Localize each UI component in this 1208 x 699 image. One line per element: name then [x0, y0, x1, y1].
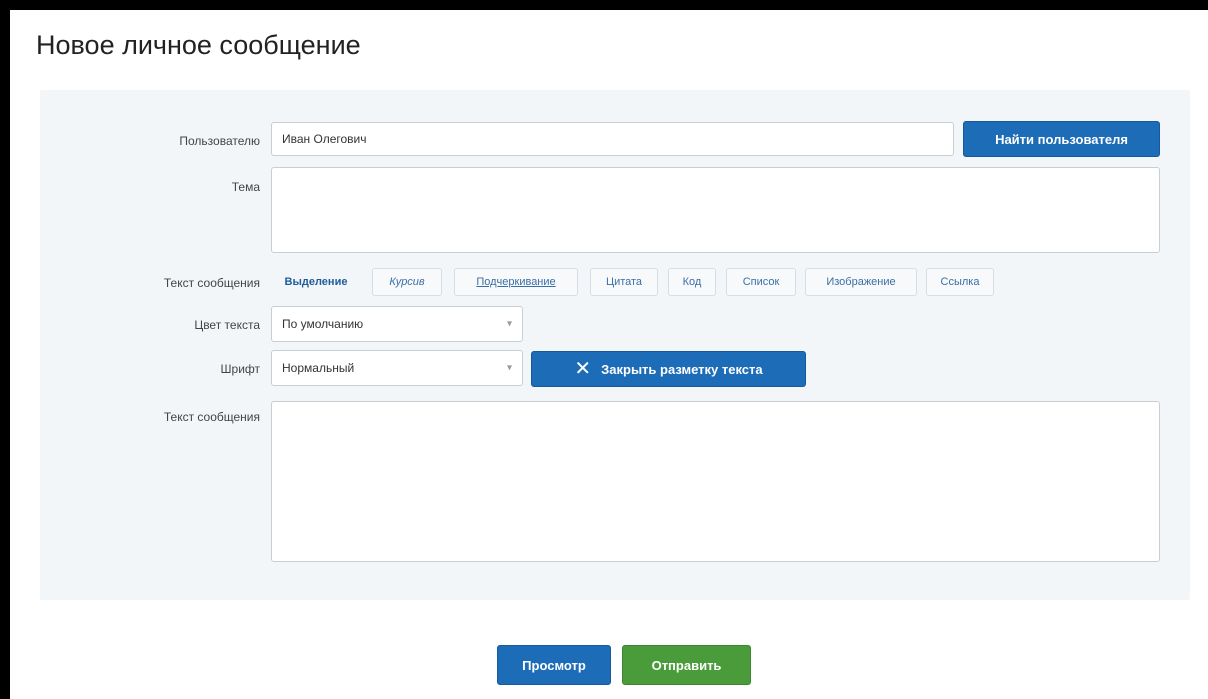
font-label: Шрифт — [220, 362, 260, 376]
message-textarea[interactable] — [271, 401, 1160, 562]
close-markup-button[interactable]: ✕ Закрыть разметку текста — [531, 351, 806, 387]
preview-button[interactable]: Просмотр — [497, 645, 611, 685]
format-label: Текст сообщения — [163, 276, 260, 290]
font-value: Нормальный — [282, 361, 355, 375]
format-italic-button[interactable]: Курсив — [372, 268, 442, 296]
format-link-button[interactable]: Ссылка — [926, 268, 994, 296]
text-color-label: Цвет текста — [194, 318, 260, 332]
page-title: Новое личное сообщение — [36, 30, 361, 60]
chevron-down-icon: ▾ — [506, 362, 512, 374]
format-underline-label: Подчеркивание — [476, 276, 556, 288]
chevron-down-icon: ▾ — [506, 318, 512, 330]
users-input[interactable]: Иван Олегович — [271, 122, 954, 156]
font-select[interactable]: Нормальный ▾ — [271, 350, 523, 386]
users-input-value: Иван Олегович — [282, 132, 367, 146]
users-label: Пользователю — [179, 134, 260, 148]
send-button[interactable]: Отправить — [622, 645, 751, 685]
format-list-button[interactable]: Список — [726, 268, 796, 296]
text-color-value: По умолчанию — [282, 317, 364, 331]
close-markup-label: Закрыть разметку текста — [601, 361, 763, 377]
subject-label: Тема — [231, 180, 260, 194]
format-underline-button[interactable]: Подчеркивание — [454, 268, 578, 296]
format-bold-button[interactable]: Выделение — [273, 268, 359, 296]
message-label: Текст сообщения — [163, 410, 260, 424]
find-user-button[interactable]: Найти пользователя — [963, 121, 1160, 157]
format-quote-button[interactable]: Цитата — [590, 268, 658, 296]
text-color-select[interactable]: По умолчанию ▾ — [271, 306, 523, 342]
subject-field[interactable] — [271, 167, 1160, 253]
close-icon: ✕ — [574, 358, 592, 380]
format-image-button[interactable]: Изображение — [805, 268, 917, 296]
format-code-button[interactable]: Код — [668, 268, 716, 296]
